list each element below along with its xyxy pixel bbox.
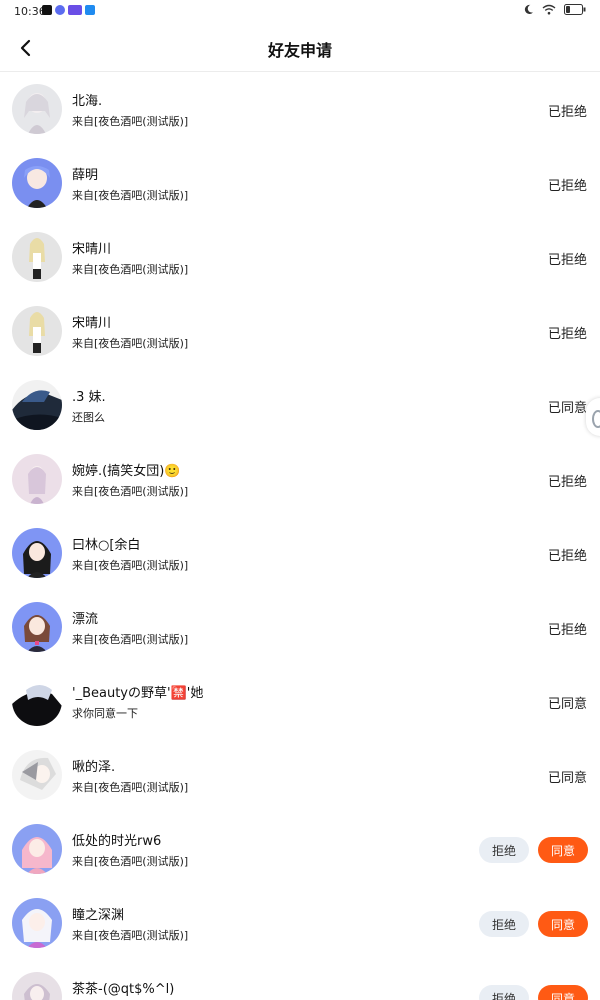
avatar-image — [12, 824, 62, 874]
request-source: 求你同意一下 — [72, 707, 138, 720]
avatar[interactable] — [12, 750, 62, 800]
friend-request-row: 北海. 来自[夜色酒吧(测试版)] 已拒绝 — [0, 72, 600, 146]
moon-icon — [524, 4, 534, 15]
notification-icons — [42, 5, 95, 15]
avatar[interactable] — [12, 972, 62, 1000]
request-source: 来自[夜色酒吧(测试版)] — [72, 855, 189, 868]
nav-bar: 好友申请 — [0, 24, 600, 72]
app-notification-icon — [85, 5, 95, 15]
request-status: 已拒绝 — [547, 253, 587, 268]
friend-request-row: 宋晴川 来自[夜色酒吧(测试版)] 已拒绝 — [0, 294, 600, 368]
requester-name: 薛明 — [72, 168, 99, 183]
status-time: 10:36 — [14, 5, 46, 18]
avatar-image — [12, 380, 62, 430]
request-source: 来自[夜色酒吧(测试版)] — [72, 263, 189, 276]
avatar[interactable] — [12, 158, 62, 208]
avatar[interactable] — [12, 380, 62, 430]
request-source: 来自[夜色酒吧(测试版)] — [72, 781, 189, 794]
friend-request-row: 低处的时光rw6 来自[夜色酒吧(测试版)] 拒绝 同意 — [0, 812, 600, 886]
request-source: 来自[夜色酒吧(测试版)] — [72, 559, 189, 572]
tiktok-icon — [42, 5, 52, 15]
avatar-image — [12, 602, 62, 652]
friend-request-row: 瞳之深渊 来自[夜色酒吧(测试版)] 拒绝 同意 — [0, 886, 600, 960]
request-status: 已同意 — [547, 771, 587, 786]
request-status: 已拒绝 — [547, 327, 587, 342]
app-notification-icon — [55, 5, 65, 15]
floating-side-handle[interactable] — [586, 398, 600, 436]
request-source: 来自[夜色酒吧(测试版)] — [72, 633, 189, 646]
requester-name: 漂流 — [72, 612, 99, 627]
reject-button[interactable]: 拒绝 — [479, 837, 529, 863]
friend-request-row: .3 妹. 还图么 已同意 — [0, 368, 600, 442]
request-source: 来自[夜色酒吧(测试版)] — [72, 115, 189, 128]
friend-request-row: 婉婷.(搞笑女団)🙂 来自[夜色酒吧(测试版)] 已拒绝 — [0, 442, 600, 516]
request-status: 已同意 — [547, 401, 587, 416]
requester-name: 低处的时光rw6 — [72, 834, 162, 849]
avatar[interactable] — [12, 528, 62, 578]
avatar-image — [12, 232, 62, 282]
request-status: 已同意 — [547, 697, 587, 712]
friend-request-row: 茶茶-(@qt$%^l) 拒绝 同意 — [0, 960, 600, 1000]
avatar[interactable] — [12, 84, 62, 134]
avatar-image — [12, 750, 62, 800]
reject-button[interactable]: 拒绝 — [479, 985, 529, 1000]
requester-name: 宋晴川 — [72, 242, 112, 257]
avatar-image — [12, 158, 62, 208]
requester-name: 瞳之深渊 — [72, 908, 125, 923]
avatar[interactable] — [12, 232, 62, 282]
requester-name: 宋晴川 — [72, 316, 112, 331]
requester-name: 婉婷.(搞笑女団)🙂 — [72, 464, 181, 479]
request-source: 来自[夜色酒吧(测试版)] — [72, 189, 189, 202]
request-status: 已拒绝 — [547, 549, 587, 564]
friend-request-row: 薛明 来自[夜色酒吧(测试版)] 已拒绝 — [0, 146, 600, 220]
requester-name: 曰林○[余白 — [72, 538, 141, 553]
avatar[interactable] — [12, 676, 62, 726]
accept-button[interactable]: 同意 — [538, 985, 588, 1000]
friend-request-list: 北海. 来自[夜色酒吧(测试版)] 已拒绝 薛明 来自[夜色酒吧(测试版)] 已… — [0, 72, 600, 1000]
avatar-image — [12, 676, 62, 726]
friend-request-row: 曰林○[余白 来自[夜色酒吧(测试版)] 已拒绝 — [0, 516, 600, 590]
requester-name: 北海. — [72, 94, 103, 109]
request-status: 已拒绝 — [547, 105, 587, 120]
request-source: 来自[夜色酒吧(测试版)] — [72, 337, 189, 350]
requester-name: '_Beautyの野草'🈲'她 — [72, 686, 204, 701]
avatar-image — [12, 972, 62, 1000]
system-icons — [523, 4, 586, 15]
avatar[interactable] — [12, 306, 62, 356]
avatar[interactable] — [12, 602, 62, 652]
avatar[interactable] — [12, 454, 62, 504]
request-source: 来自[夜色酒吧(测试版)] — [72, 485, 189, 498]
avatar[interactable] — [12, 824, 62, 874]
requester-name: 茶茶-(@qt$%^l) — [72, 982, 175, 997]
requester-name: 啾的泽. — [72, 760, 116, 775]
avatar-image — [12, 528, 62, 578]
friend-request-row: 宋晴川 来自[夜色酒吧(测试版)] 已拒绝 — [0, 220, 600, 294]
request-status: 已拒绝 — [547, 623, 587, 638]
battery-icon — [564, 4, 586, 15]
request-source: 还图么 — [72, 411, 105, 424]
avatar-image — [12, 306, 62, 356]
accept-button[interactable]: 同意 — [538, 837, 588, 863]
request-status: 已拒绝 — [547, 179, 587, 194]
avatar-image — [12, 454, 62, 504]
avatar-image — [12, 898, 62, 948]
request-status: 已拒绝 — [547, 475, 587, 490]
page-title: 好友申请 — [267, 41, 332, 60]
avatar[interactable] — [12, 898, 62, 948]
friend-request-row: 啾的泽. 来自[夜色酒吧(测试版)] 已同意 — [0, 738, 600, 812]
app-notification-icon — [68, 5, 82, 15]
wifi-icon — [542, 4, 556, 15]
friend-request-row: '_Beautyの野草'🈲'她 求你同意一下 已同意 — [0, 664, 600, 738]
reject-button[interactable]: 拒绝 — [479, 911, 529, 937]
avatar-image — [12, 84, 62, 134]
requester-name: .3 妹. — [72, 390, 106, 405]
friend-request-row: 漂流 来自[夜色酒吧(测试版)] 已拒绝 — [0, 590, 600, 664]
request-source: 来自[夜色酒吧(测试版)] — [72, 929, 189, 942]
accept-button[interactable]: 同意 — [538, 911, 588, 937]
status-bar: 10:36 — [0, 0, 600, 24]
